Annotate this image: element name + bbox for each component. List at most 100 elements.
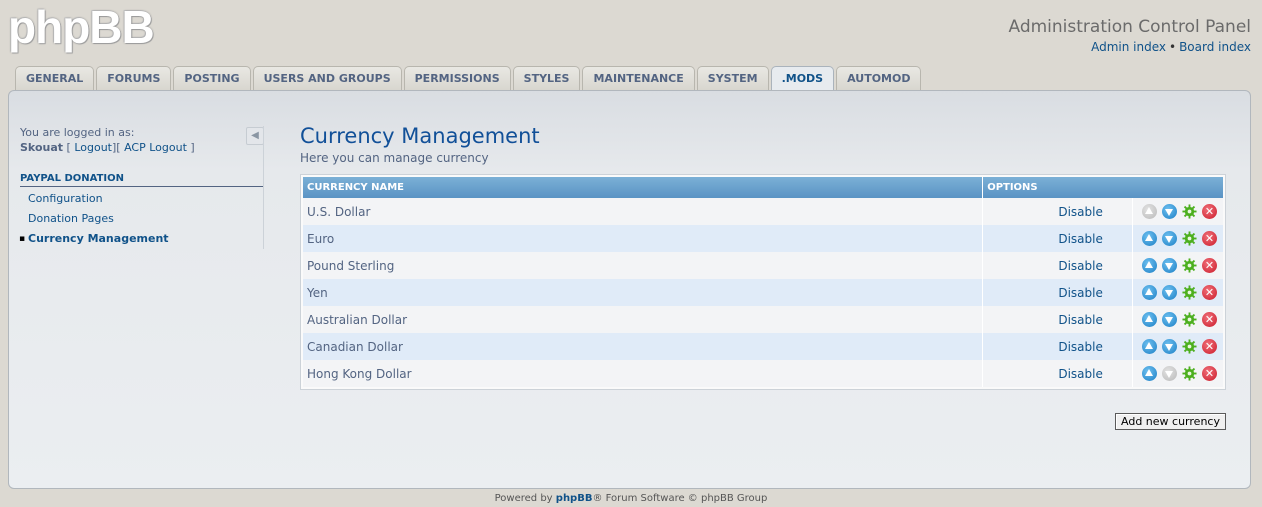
actions-cell: ✕ (1132, 198, 1223, 225)
delete-icon[interactable]: ✕ (1202, 366, 1217, 381)
sidebar-item-donation-pages[interactable]: Donation Pages (28, 212, 169, 232)
currency-name: Euro (303, 225, 984, 252)
gear-icon[interactable] (1182, 258, 1197, 273)
column-header-options: OPTIONS (982, 177, 1223, 198)
logout-link[interactable]: Logout (74, 141, 112, 154)
currency-name: Canadian Dollar (303, 333, 984, 360)
bracket: [ (66, 141, 71, 154)
gear-icon[interactable] (1182, 285, 1197, 300)
delete-icon[interactable]: ✕ (1202, 258, 1217, 273)
disable-link[interactable]: Disable (1058, 367, 1103, 381)
top-links: Admin index • Board index (1091, 40, 1251, 54)
arrow-up-icon[interactable] (1142, 339, 1157, 354)
table-row: Pound Sterling Disable ✕ (303, 252, 1223, 279)
board-index-link[interactable]: Board index (1179, 40, 1251, 54)
sidebar-item-label: Configuration (28, 192, 103, 205)
page-description: Here you can manage currency (300, 151, 489, 165)
phpbb-logo: phpBB (8, 1, 155, 53)
disable-link[interactable]: Disable (1058, 232, 1103, 246)
sidebar-item-configuration[interactable]: Configuration (28, 192, 169, 212)
actions-cell: ✕ (1132, 333, 1223, 360)
tab-maintenance[interactable]: MAINTENANCE (582, 66, 695, 90)
status-cell: Disable (982, 225, 1133, 252)
arrow-down-icon (1162, 366, 1177, 381)
arrow-down-icon[interactable] (1162, 285, 1177, 300)
page-header-title: Administration Control Panel (1008, 17, 1251, 37)
tab-forums[interactable]: FORUMS (96, 66, 172, 90)
arrow-up-icon[interactable] (1142, 231, 1157, 246)
footer-powered-by: Powered by (494, 493, 553, 504)
arrow-down-icon[interactable] (1162, 204, 1177, 219)
table-row: Yen Disable ✕ (303, 279, 1223, 306)
gear-icon[interactable] (1182, 231, 1197, 246)
footer: Powered by phpBB® Forum Software © phpBB… (0, 493, 1262, 504)
delete-icon[interactable]: ✕ (1202, 312, 1217, 327)
sidebar-item-currency-management[interactable]: ▪ Currency Management (19, 232, 169, 252)
currency-name: Pound Sterling (303, 252, 984, 279)
sidebar: You are logged in as: Skouat [ Logout][ … (19, 125, 264, 245)
gear-icon[interactable] (1182, 366, 1197, 381)
disable-link[interactable]: Disable (1058, 313, 1103, 327)
table-row: Australian Dollar Disable ✕ (303, 306, 1223, 333)
arrow-down-icon[interactable] (1162, 231, 1177, 246)
tab-styles[interactable]: STYLES (512, 66, 581, 90)
login-info: You are logged in as: Skouat [ Logout][ … (20, 125, 264, 155)
disable-link[interactable]: Disable (1058, 340, 1103, 354)
logged-in-label: You are logged in as: (20, 126, 135, 139)
disable-link[interactable]: Disable (1058, 286, 1103, 300)
gear-icon[interactable] (1182, 339, 1197, 354)
gear-icon[interactable] (1182, 204, 1197, 219)
actions-cell: ✕ (1132, 360, 1223, 387)
tab-posting[interactable]: POSTING (173, 66, 251, 90)
arrow-up-icon[interactable] (1142, 312, 1157, 327)
currency-name: Yen (303, 279, 984, 306)
delete-icon[interactable]: ✕ (1202, 339, 1217, 354)
actions-cell: ✕ (1132, 252, 1223, 279)
actions-cell: ✕ (1132, 306, 1223, 333)
arrow-down-icon[interactable] (1162, 312, 1177, 327)
sidebar-menu: Configuration Donation Pages ▪ Currency Man… (19, 192, 169, 252)
tab-mods[interactable]: .MODS (770, 66, 835, 91)
tab-general[interactable]: GENERAL (15, 66, 95, 90)
arrow-down-icon[interactable] (1162, 258, 1177, 273)
tab-permissions[interactable]: PERMISSIONS (403, 66, 511, 90)
status-cell: Disable (982, 198, 1133, 225)
gear-icon[interactable] (1182, 312, 1197, 327)
admin-index-link[interactable]: Admin index (1091, 40, 1166, 54)
collapse-sidebar-button[interactable]: ◀ (246, 127, 264, 145)
delete-icon[interactable]: ✕ (1202, 285, 1217, 300)
sidebar-item-label: Currency Management (28, 232, 169, 245)
footer-brand-link[interactable]: phpBB (556, 493, 593, 504)
status-cell: Disable (982, 306, 1133, 333)
tab-automod[interactable]: AUTOMOD (836, 66, 922, 90)
status-cell: Disable (982, 279, 1133, 306)
delete-icon[interactable]: ✕ (1202, 231, 1217, 246)
active-bullet-icon: ▪ (19, 234, 26, 244)
tab-system[interactable]: SYSTEM (696, 66, 769, 90)
main-tabs: GENERAL FORUMS POSTING USERS AND GROUPS PERM… (15, 66, 922, 91)
delete-icon[interactable]: ✕ (1202, 204, 1217, 219)
arrow-up-icon[interactable] (1142, 285, 1157, 300)
username: Skouat (20, 141, 64, 154)
currency-name: Australian Dollar (303, 306, 984, 333)
table-row: Canadian Dollar Disable ✕ (303, 333, 1223, 360)
menu-header: PAYPAL DONATION (20, 173, 264, 187)
arrow-up-icon[interactable] (1142, 366, 1157, 381)
arrow-up-icon[interactable] (1142, 258, 1157, 273)
tab-users-and-groups[interactable]: USERS AND GROUPS (252, 66, 402, 90)
arrow-down-icon[interactable] (1162, 339, 1177, 354)
column-header-currency-name: CURRENCY NAME (303, 177, 984, 198)
page-title: Currency Management (300, 124, 540, 148)
status-cell: Disable (982, 333, 1133, 360)
table-row: Hong Kong Dollar Disable ✕ (303, 360, 1223, 387)
currency-name: Hong Kong Dollar (303, 360, 984, 387)
table-row: U.S. Dollar Disable ✕ (303, 198, 1223, 225)
bracket: ] (190, 141, 195, 154)
sidebar-divider (263, 126, 264, 249)
status-cell: Disable (982, 252, 1133, 279)
acp-logout-link[interactable]: ACP Logout (124, 141, 187, 154)
disable-link[interactable]: Disable (1058, 205, 1103, 219)
arrow-left-icon: ◀ (251, 130, 259, 141)
disable-link[interactable]: Disable (1058, 259, 1103, 273)
add-new-currency-button[interactable]: Add new currency (1115, 413, 1226, 430)
